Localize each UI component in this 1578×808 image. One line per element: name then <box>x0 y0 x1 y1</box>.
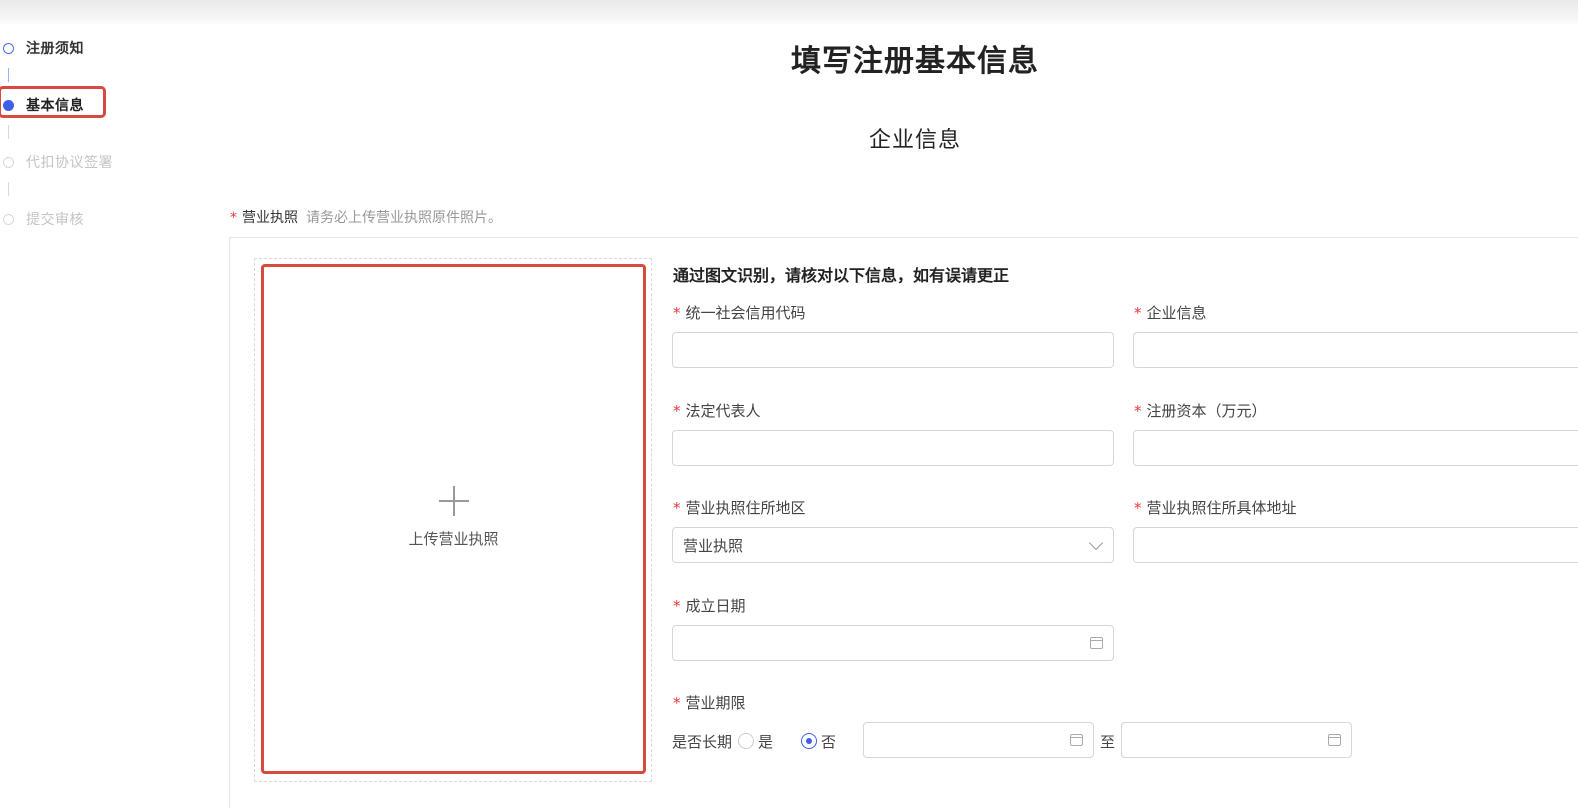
step-label: 代扣协议签署 <box>26 155 113 171</box>
license-hint: 请务必上传营业执照原件照片。 <box>306 210 502 226</box>
legal-rep-input[interactable] <box>672 430 1114 466</box>
step-connector <box>8 182 9 196</box>
calendar-icon <box>1328 734 1341 746</box>
long-term-label: 是否长期 <box>672 732 733 751</box>
address-label: * 营业执照住所具体地址 <box>1134 499 1297 517</box>
legal-rep-label: * 法定代表人 <box>673 402 761 420</box>
license-field-label: * 营业执照 请务必上传营业执照原件照片。 <box>230 207 502 227</box>
address-input[interactable] <box>1133 527 1578 563</box>
found-date-label: * 成立日期 <box>673 597 746 615</box>
step-pending-icon <box>3 156 14 168</box>
term-label: * 营业期限 <box>673 694 746 712</box>
reg-capital-label: * 注册资本（万元） <box>1134 402 1267 420</box>
radio-no[interactable] <box>801 733 818 749</box>
top-bar <box>0 0 1578 26</box>
calendar-icon <box>1090 637 1103 649</box>
upload-text: 上传营业执照 <box>408 529 499 548</box>
required-mark: * <box>230 210 237 226</box>
region-select-value: 营业执照 <box>683 536 744 555</box>
radio-yes-label[interactable]: 是 <box>758 731 773 752</box>
company-info-input[interactable] <box>1133 332 1578 368</box>
region-select[interactable]: 营业执照 <box>672 527 1114 563</box>
plus-icon <box>438 485 469 516</box>
step-pending-icon <box>3 213 14 225</box>
chevron-down-icon <box>1088 535 1104 551</box>
term-start-date-picker[interactable] <box>863 722 1094 758</box>
section-title: 企业信息 <box>868 128 961 153</box>
step-highlight-box <box>0 86 106 118</box>
term-end-date-picker[interactable] <box>1121 722 1352 758</box>
radio-no-label[interactable]: 否 <box>821 731 836 752</box>
step-label: 提交审核 <box>26 212 84 228</box>
license-label-text: 营业执照 <box>242 210 298 226</box>
step-submit[interactable]: 提交审核 <box>0 207 84 231</box>
page-title: 填写注册基本信息 <box>791 44 1039 79</box>
credit-code-label: * 统一社会信用代码 <box>673 304 806 322</box>
region-label: * 营业执照住所地区 <box>673 499 806 517</box>
reg-capital-input[interactable] <box>1133 430 1578 466</box>
found-date-picker[interactable] <box>672 625 1114 661</box>
date-range-separator: 至 <box>1100 733 1116 751</box>
calendar-icon <box>1070 734 1083 746</box>
ocr-notice: 通过图文识别，请核对以下信息，如有误请更正 <box>673 266 1010 285</box>
radio-yes[interactable] <box>738 733 755 749</box>
term-radio-group: 是否长期 是 否 <box>672 728 846 754</box>
company-info-label: * 企业信息 <box>1134 304 1207 322</box>
upload-license-button[interactable]: 上传营业执照 <box>261 264 646 774</box>
credit-code-input[interactable] <box>672 332 1114 368</box>
